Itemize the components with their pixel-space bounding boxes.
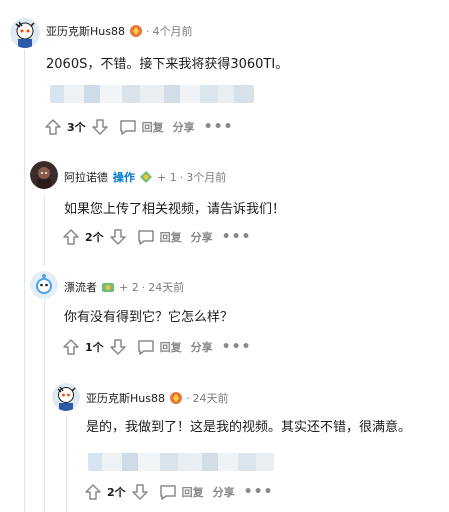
reply-button[interactable]: 回复: [158, 483, 204, 501]
vote-count: 2个: [107, 486, 126, 499]
comment-icon: [118, 118, 138, 136]
reply-button[interactable]: 回复: [118, 118, 164, 136]
comment-timestamp[interactable]: 4个月前: [152, 23, 192, 39]
badge-icon: [101, 280, 115, 294]
share-label: 分享: [172, 121, 195, 134]
thread-line[interactable]: [24, 50, 25, 512]
reply-button[interactable]: 回复: [136, 228, 182, 246]
reply-label: 回复: [141, 121, 164, 134]
share-button[interactable]: 分享: [191, 339, 213, 355]
downvote-icon[interactable]: [131, 483, 149, 501]
avatar[interactable]: [30, 161, 58, 189]
thread-line[interactable]: [44, 196, 45, 266]
avatar[interactable]: [30, 271, 58, 299]
comment-icon: [158, 483, 178, 501]
comment-timestamp[interactable]: 3个月前: [186, 169, 226, 185]
comment-author[interactable]: 亚历克斯Hus88: [86, 390, 165, 406]
avatar[interactable]: [10, 18, 40, 48]
vote-controls: 1个: [62, 338, 127, 356]
vote-controls: 2个: [62, 228, 127, 246]
more-options-icon[interactable]: •••: [222, 339, 252, 355]
comment-timestamp[interactable]: 24天前: [192, 390, 228, 406]
vote-count: 1个: [85, 341, 104, 354]
comment-text: 如果您上传了相关视频，请告诉我们！: [64, 202, 286, 217]
share-label: 分享: [212, 486, 235, 499]
upvote-icon[interactable]: [62, 338, 80, 356]
upvote-icon[interactable]: [62, 228, 80, 246]
score: + 2: [119, 280, 139, 294]
award-icon: [169, 391, 183, 405]
reply-button[interactable]: 回复: [136, 338, 182, 356]
reply-label: 回复: [159, 231, 182, 244]
blurred-link[interactable]: [88, 453, 274, 471]
comment-text: 你有没有得到它？它怎么样？: [64, 310, 234, 325]
comment-author[interactable]: 漂流者: [64, 279, 97, 295]
thread-line[interactable]: [66, 414, 67, 512]
share-button[interactable]: 分享: [191, 229, 213, 245]
comment-icon: [136, 228, 156, 246]
comment-icon: [136, 338, 156, 356]
score: + 1: [157, 170, 177, 184]
more-options-icon[interactable]: •••: [222, 229, 252, 245]
share-label: 分享: [190, 341, 213, 354]
share-button[interactable]: 分享: [173, 119, 195, 135]
downvote-icon[interactable]: [109, 338, 127, 356]
vote-controls: 2个: [84, 483, 149, 501]
share-label: 分享: [190, 231, 213, 244]
vote-count: 3个: [67, 121, 86, 134]
vote-controls: 3个: [44, 118, 109, 136]
blurred-link[interactable]: [50, 85, 254, 103]
comment-timestamp[interactable]: 24天前: [148, 279, 184, 295]
more-options-icon[interactable]: •••: [204, 119, 234, 135]
vote-count: 2个: [85, 231, 104, 244]
award-icon: [129, 24, 143, 38]
badge-icon: [139, 170, 153, 184]
upvote-icon[interactable]: [84, 483, 102, 501]
upvote-icon[interactable]: [44, 118, 62, 136]
comment-text: 2060S，不错。接下来我将获得3060TI。: [46, 57, 289, 72]
comment-author[interactable]: 亚历克斯Hus88: [46, 23, 125, 39]
more-options-icon[interactable]: •••: [244, 484, 274, 500]
reply-label: 回复: [159, 341, 182, 354]
downvote-icon[interactable]: [91, 118, 109, 136]
share-button[interactable]: 分享: [213, 484, 235, 500]
downvote-icon[interactable]: [109, 228, 127, 246]
avatar[interactable]: [52, 383, 80, 411]
comment-author[interactable]: 阿拉诺德: [64, 169, 108, 185]
thread-line[interactable]: [44, 300, 45, 512]
reply-label: 回复: [181, 486, 204, 499]
comment-text: 是的，我做到了！这是我的视频。其实还不错，很满意。: [86, 420, 412, 435]
op-tag: 操作: [113, 171, 135, 184]
